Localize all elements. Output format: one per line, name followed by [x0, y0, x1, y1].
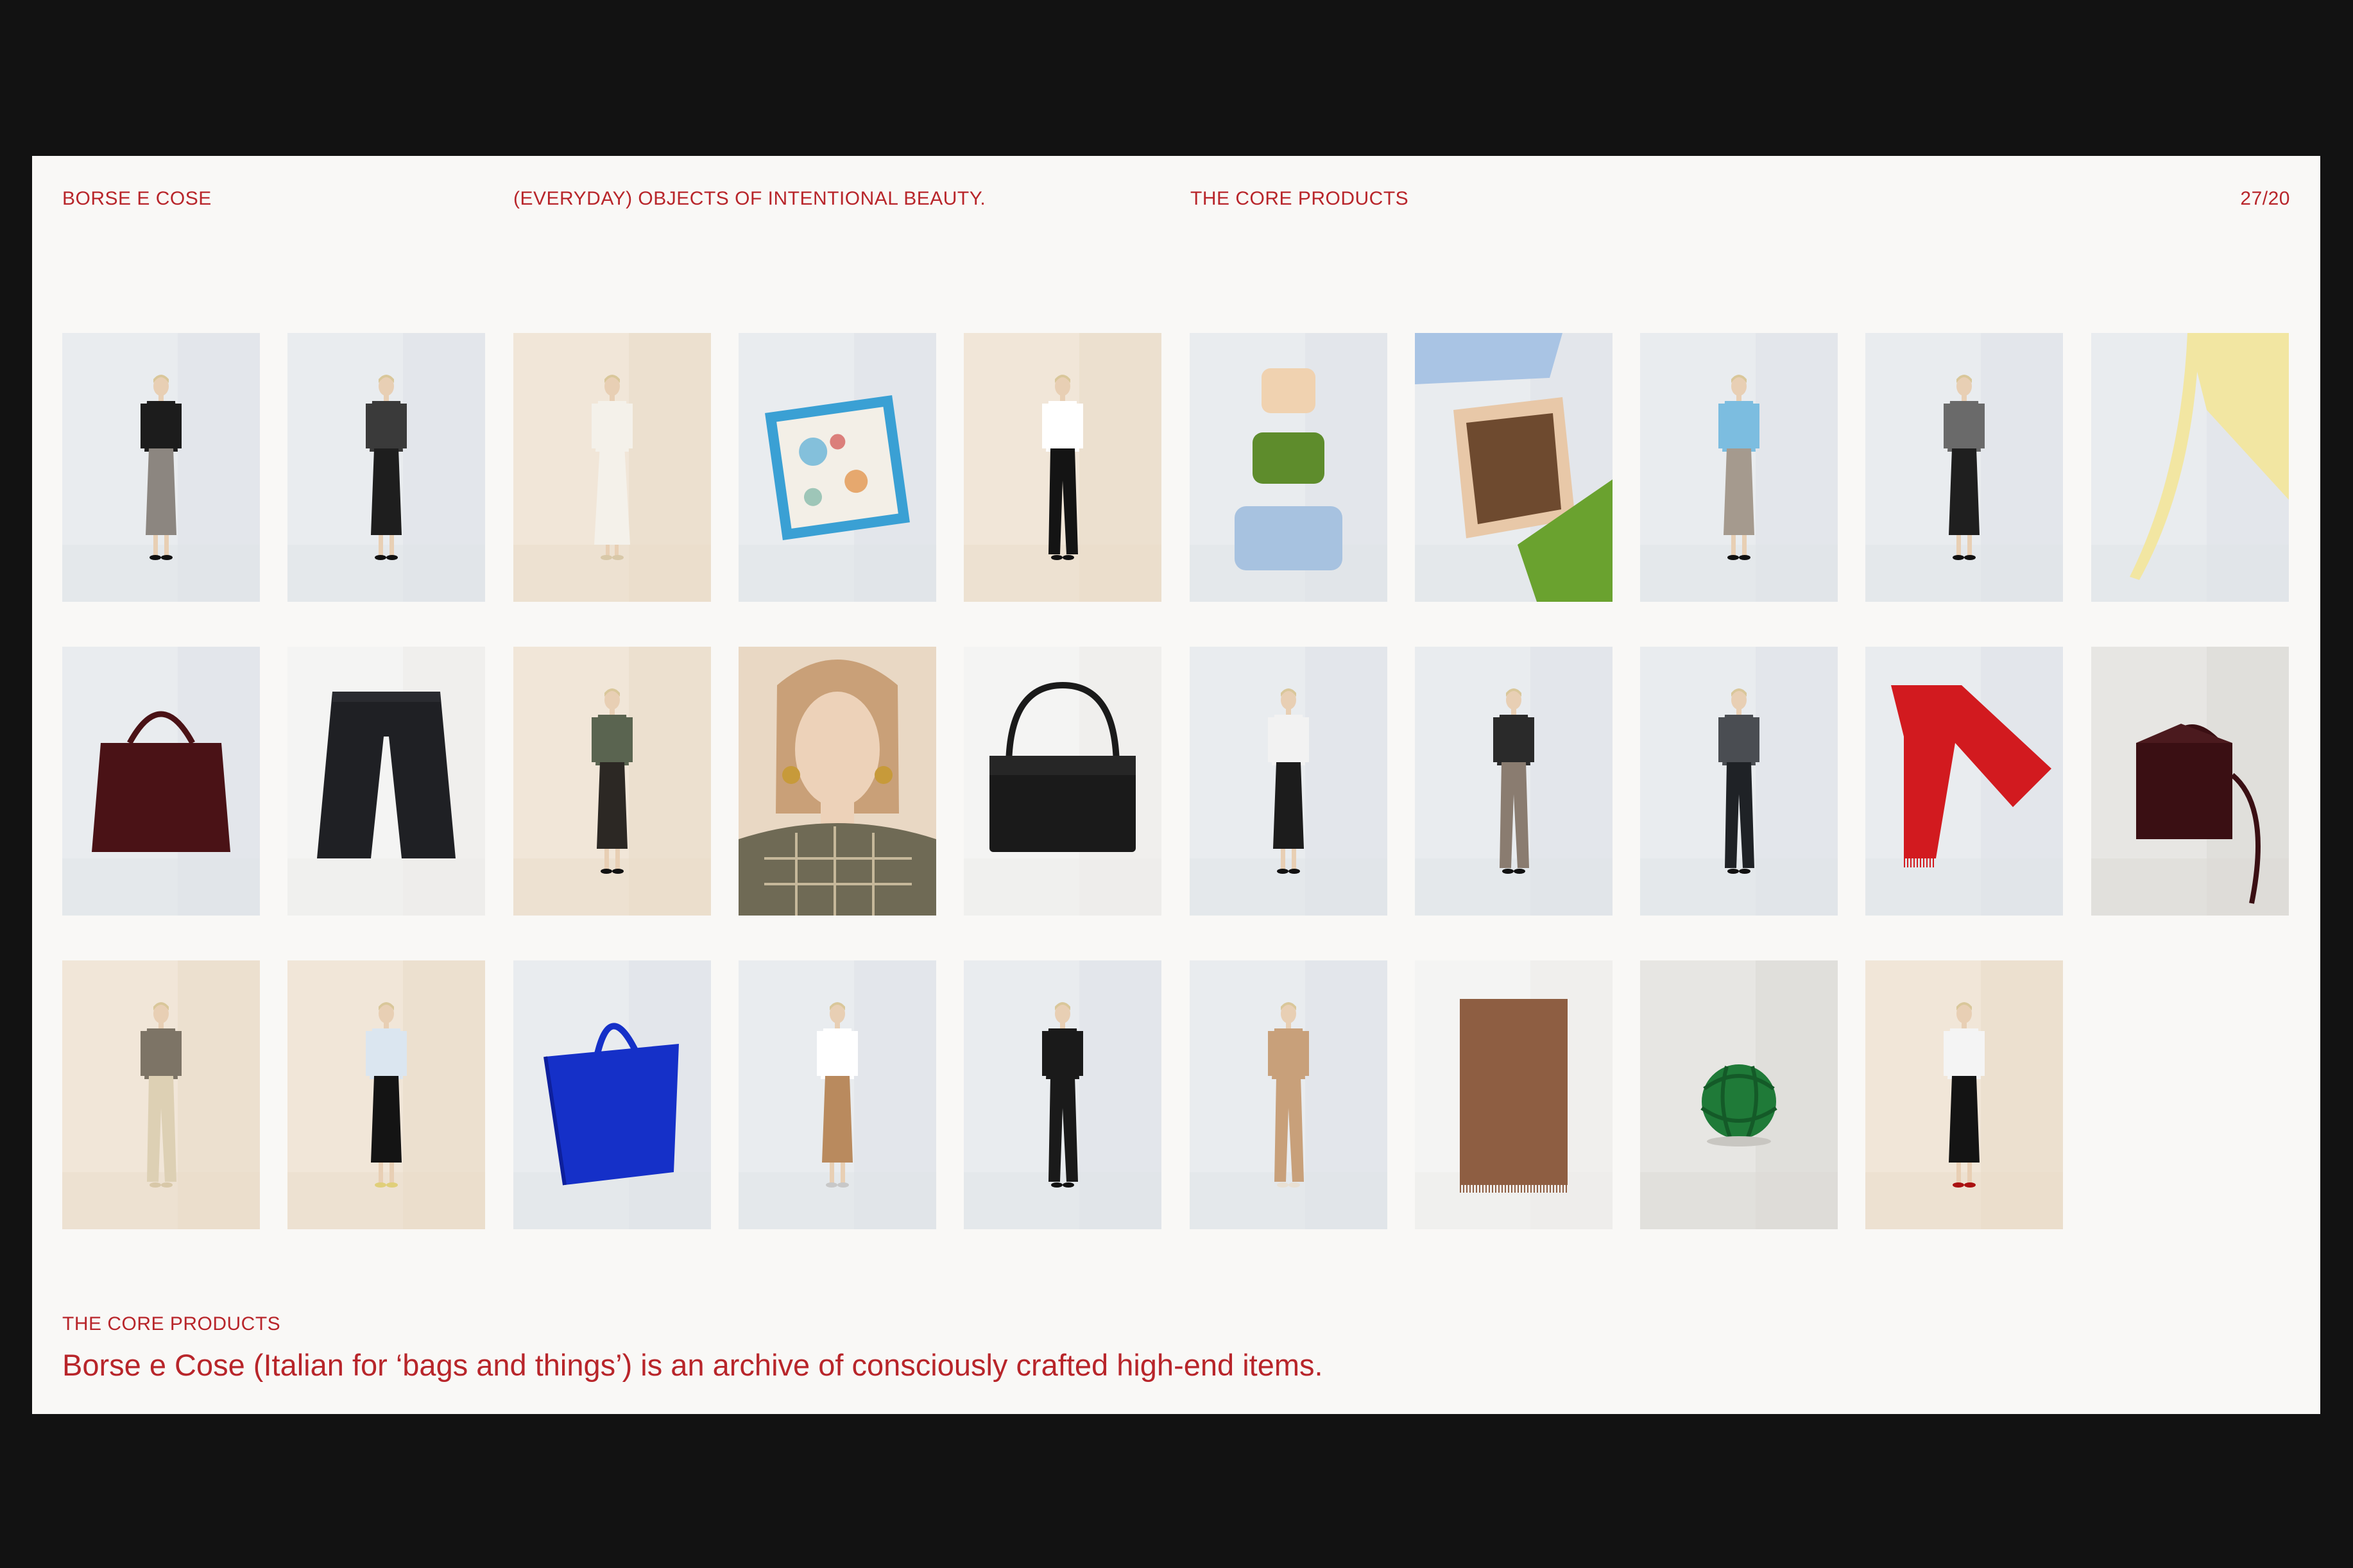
product-thumbnail[interactable] [62, 333, 260, 602]
box-bag-image [2091, 647, 2289, 916]
yellow-bag-image [2091, 333, 2289, 602]
product-thumbnail[interactable] [739, 647, 936, 916]
person-image [1865, 960, 2063, 1229]
slide: BORSE E COSE (EVERYDAY) OBJECTS OF INTEN… [32, 156, 2320, 1414]
product-thumbnail[interactable] [1640, 647, 1838, 916]
product-thumbnail[interactable] [1190, 647, 1387, 916]
product-thumbnail[interactable] [62, 960, 260, 1229]
person-image [1865, 333, 2063, 602]
product-thumbnail[interactable] [287, 960, 485, 1229]
product-thumbnail[interactable] [2091, 333, 2289, 602]
person-image [1640, 333, 1838, 602]
person-image [739, 960, 936, 1229]
person-image [964, 333, 1161, 602]
person-image [287, 333, 485, 602]
person-image [287, 960, 485, 1229]
brown-scarf-image [1415, 960, 1613, 1229]
product-thumbnail[interactable] [287, 647, 485, 916]
product-thumbnail[interactable] [1640, 333, 1838, 602]
person-image [513, 333, 711, 602]
caption-label: THE CORE PRODUCTS [62, 1313, 281, 1334]
product-thumbnail[interactable] [1415, 333, 1613, 602]
product-thumbnail[interactable] [513, 647, 711, 916]
product-thumbnail[interactable] [1865, 647, 2063, 916]
product-thumbnail[interactable] [739, 960, 936, 1229]
product-thumbnail[interactable] [62, 647, 260, 916]
red-scarf-image [1865, 647, 2063, 916]
product-thumbnail[interactable] [739, 333, 936, 602]
brand-name: BORSE E COSE [62, 188, 212, 209]
page-number: 27/20 [2240, 188, 2290, 209]
section-title: THE CORE PRODUCTS [1190, 188, 1409, 209]
product-thumbnail[interactable] [513, 333, 711, 602]
person-image [964, 960, 1161, 1229]
caption-body: Borse e Cose (Italian for ‘bags and thin… [62, 1348, 1323, 1382]
person-image [62, 333, 260, 602]
knot-image [1640, 960, 1838, 1229]
person-image [1190, 647, 1387, 916]
product-thumbnail[interactable] [1415, 647, 1613, 916]
blue-tote-image [513, 960, 711, 1229]
product-thumbnail[interactable] [964, 960, 1161, 1229]
scarf-image [739, 333, 936, 602]
tote-image [62, 647, 260, 916]
product-thumbnail[interactable] [1640, 960, 1838, 1229]
person-image [1415, 647, 1613, 916]
shoulder-bag-image [964, 647, 1161, 916]
trousers-image [287, 647, 485, 916]
product-thumbnail[interactable] [513, 960, 711, 1229]
product-thumbnail[interactable] [1190, 333, 1387, 602]
tagline: (EVERYDAY) OBJECTS OF INTENTIONAL BEAUTY… [513, 188, 986, 209]
product-thumbnail[interactable] [1865, 960, 2063, 1229]
portrait-image [739, 647, 936, 916]
tray-closeup-image [1415, 333, 1613, 602]
product-thumbnail[interactable] [964, 333, 1161, 602]
person-image [513, 647, 711, 916]
product-thumbnail[interactable] [287, 333, 485, 602]
product-thumbnail[interactable] [1415, 960, 1613, 1229]
trays-image [1190, 333, 1387, 602]
product-thumbnail[interactable] [1190, 960, 1387, 1229]
product-thumbnail[interactable] [964, 647, 1161, 916]
product-thumbnail[interactable] [1865, 333, 2063, 602]
product-thumbnail[interactable] [2091, 647, 2289, 916]
person-image [1190, 960, 1387, 1229]
person-image [62, 960, 260, 1229]
person-image [1640, 647, 1838, 916]
